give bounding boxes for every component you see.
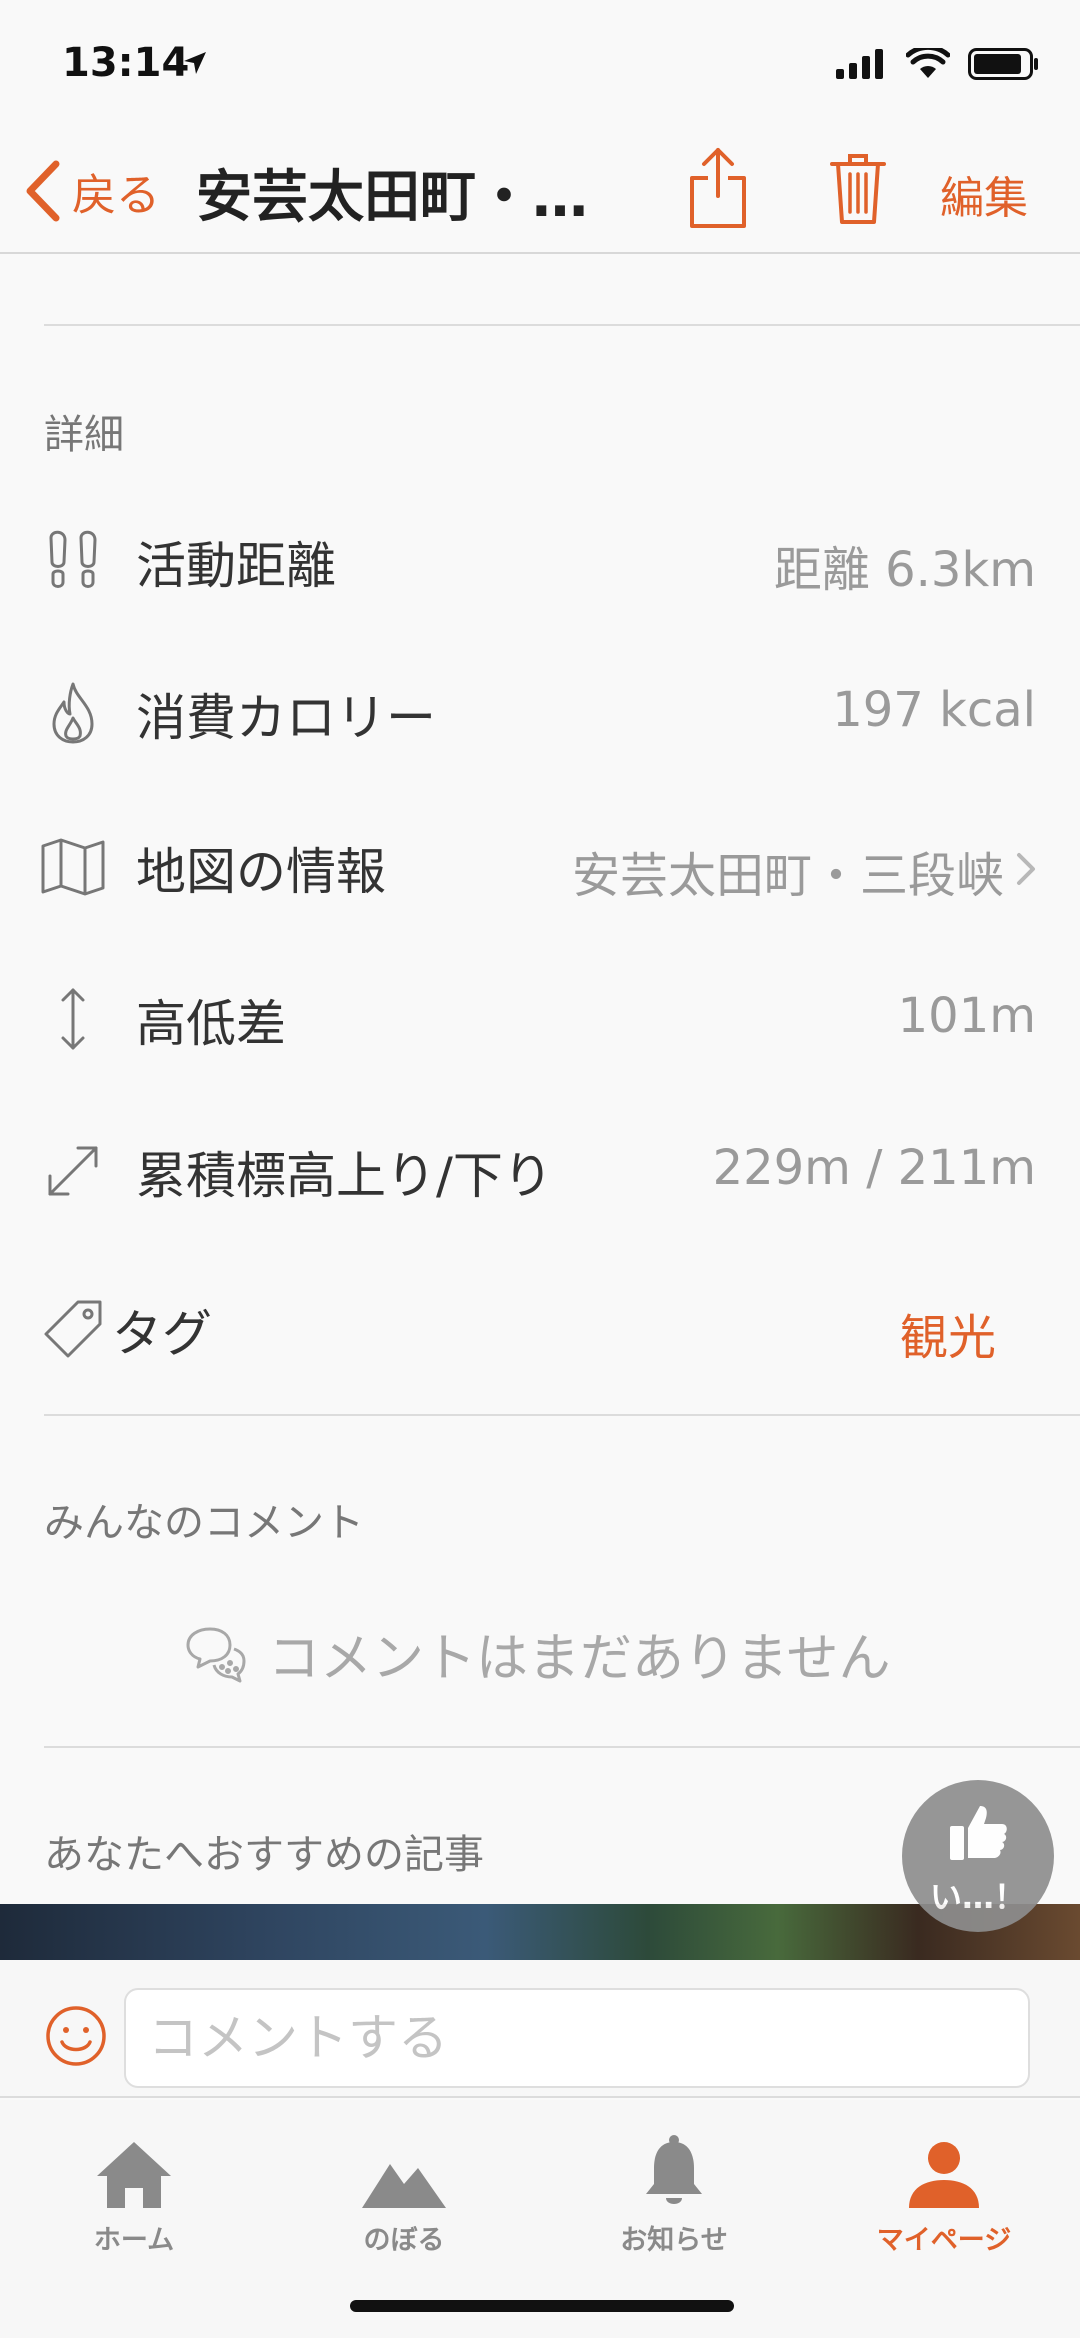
emoji-button[interactable] bbox=[44, 2004, 108, 2072]
screen: 13:14 戻る 安芸太田町・… 編集 詳細 活動距離 距離 6.3km 消費カ… bbox=[0, 0, 1080, 2338]
diagonal-arrows-icon bbox=[40, 1138, 106, 1204]
location-arrow-icon bbox=[182, 50, 208, 80]
detail-row-tag: タグ 観光 bbox=[0, 1268, 1080, 1388]
thumbs-up-icon bbox=[950, 1806, 1007, 1860]
smiley-icon bbox=[46, 2006, 106, 2066]
detail-row-calories: 消費カロリー 197 kcal bbox=[0, 652, 1080, 772]
tab-mypage[interactable]: マイページ bbox=[844, 2120, 1044, 2257]
tab-home[interactable]: ホーム bbox=[34, 2120, 234, 2257]
like-button[interactable]: い…！ bbox=[902, 1780, 1054, 1932]
flame-icon bbox=[40, 680, 106, 746]
detail-value: 197 kcal bbox=[832, 682, 1036, 738]
comment-input[interactable] bbox=[124, 1988, 1030, 2088]
vertical-arrows-icon bbox=[40, 986, 106, 1052]
detail-row-elevation-diff: 高低差 101m bbox=[0, 958, 1080, 1078]
detail-value: 距離 6.3km bbox=[773, 542, 1036, 598]
empty-comments-text: コメントはまだありません bbox=[268, 1629, 891, 1689]
detail-value: 101m bbox=[897, 988, 1036, 1044]
detail-row-distance: 活動距離 距離 6.3km bbox=[0, 500, 1080, 620]
divider bbox=[44, 1414, 1080, 1416]
detail-row-map-info[interactable]: 地図の情報 安芸太田町・三段峡 bbox=[0, 806, 1080, 926]
tab-label: ホーム bbox=[93, 2225, 175, 2256]
map-icon bbox=[40, 834, 106, 900]
edit-button[interactable]: 編集 bbox=[940, 162, 1028, 226]
tab-climb[interactable]: のぼる bbox=[304, 2120, 504, 2257]
tab-label: マイページ bbox=[876, 2225, 1012, 2256]
share-icon bbox=[690, 148, 746, 228]
tag-link[interactable]: 観光 bbox=[900, 1298, 996, 1368]
bell-icon bbox=[646, 2135, 702, 2204]
footprints-icon bbox=[40, 528, 106, 594]
detail-label: 消費カロリー bbox=[136, 689, 436, 747]
signal-icon bbox=[836, 49, 883, 79]
speech-bubbles-icon bbox=[186, 1627, 246, 1682]
details-section-title: 詳細 bbox=[44, 412, 124, 458]
mountain-icon bbox=[362, 2164, 446, 2208]
detail-value: 229m / 211m bbox=[712, 1140, 1036, 1196]
comments-section-title: みんなのコメント bbox=[44, 1500, 364, 1546]
detail-row-cumulative-elevation: 累積標高上り/下り 229m / 211m bbox=[0, 1110, 1080, 1230]
recommend-section-title: あなたへおすすめの記事 bbox=[44, 1832, 484, 1878]
home-indicator bbox=[350, 2300, 734, 2312]
battery-icon bbox=[968, 48, 1038, 80]
comment-bar bbox=[0, 1960, 1080, 2098]
status-bar: 13:14 bbox=[0, 0, 1080, 132]
trash-icon bbox=[830, 154, 886, 224]
tab-label: お知らせ bbox=[620, 2225, 728, 2256]
wifi-icon bbox=[906, 48, 950, 78]
back-button[interactable]: 戻る bbox=[22, 158, 160, 224]
chevron-left-icon bbox=[26, 160, 60, 222]
chevron-right-icon bbox=[1016, 852, 1036, 890]
person-icon bbox=[909, 2142, 979, 2208]
detail-label: 活動距離 bbox=[136, 537, 336, 595]
back-label: 戻る bbox=[72, 170, 160, 221]
delete-button[interactable] bbox=[828, 150, 888, 230]
divider bbox=[44, 324, 1080, 326]
share-button[interactable] bbox=[688, 144, 748, 234]
detail-label: 累積標高上り/下り bbox=[136, 1147, 553, 1205]
navigation-bar: 戻る 安芸太田町・… 編集 bbox=[0, 132, 1080, 254]
detail-value: 安芸太田町・三段峡 bbox=[571, 848, 1004, 904]
tab-notifications[interactable]: お知らせ bbox=[574, 2120, 774, 2257]
divider bbox=[44, 1746, 1080, 1748]
detail-label: 地図の情報 bbox=[136, 843, 386, 901]
empty-comments: コメントはまだありません bbox=[184, 1616, 890, 1691]
detail-label: 高低差 bbox=[136, 995, 286, 1053]
tag-icon bbox=[40, 1296, 106, 1362]
page-title: 安芸太田町・… bbox=[196, 165, 588, 230]
tab-label: のぼる bbox=[363, 2225, 445, 2256]
status-indicators bbox=[836, 48, 1040, 80]
status-time: 13:14 bbox=[62, 40, 190, 86]
house-icon bbox=[97, 2142, 171, 2208]
like-label: い…！ bbox=[929, 1878, 1026, 1916]
detail-label: タグ bbox=[112, 1305, 212, 1363]
